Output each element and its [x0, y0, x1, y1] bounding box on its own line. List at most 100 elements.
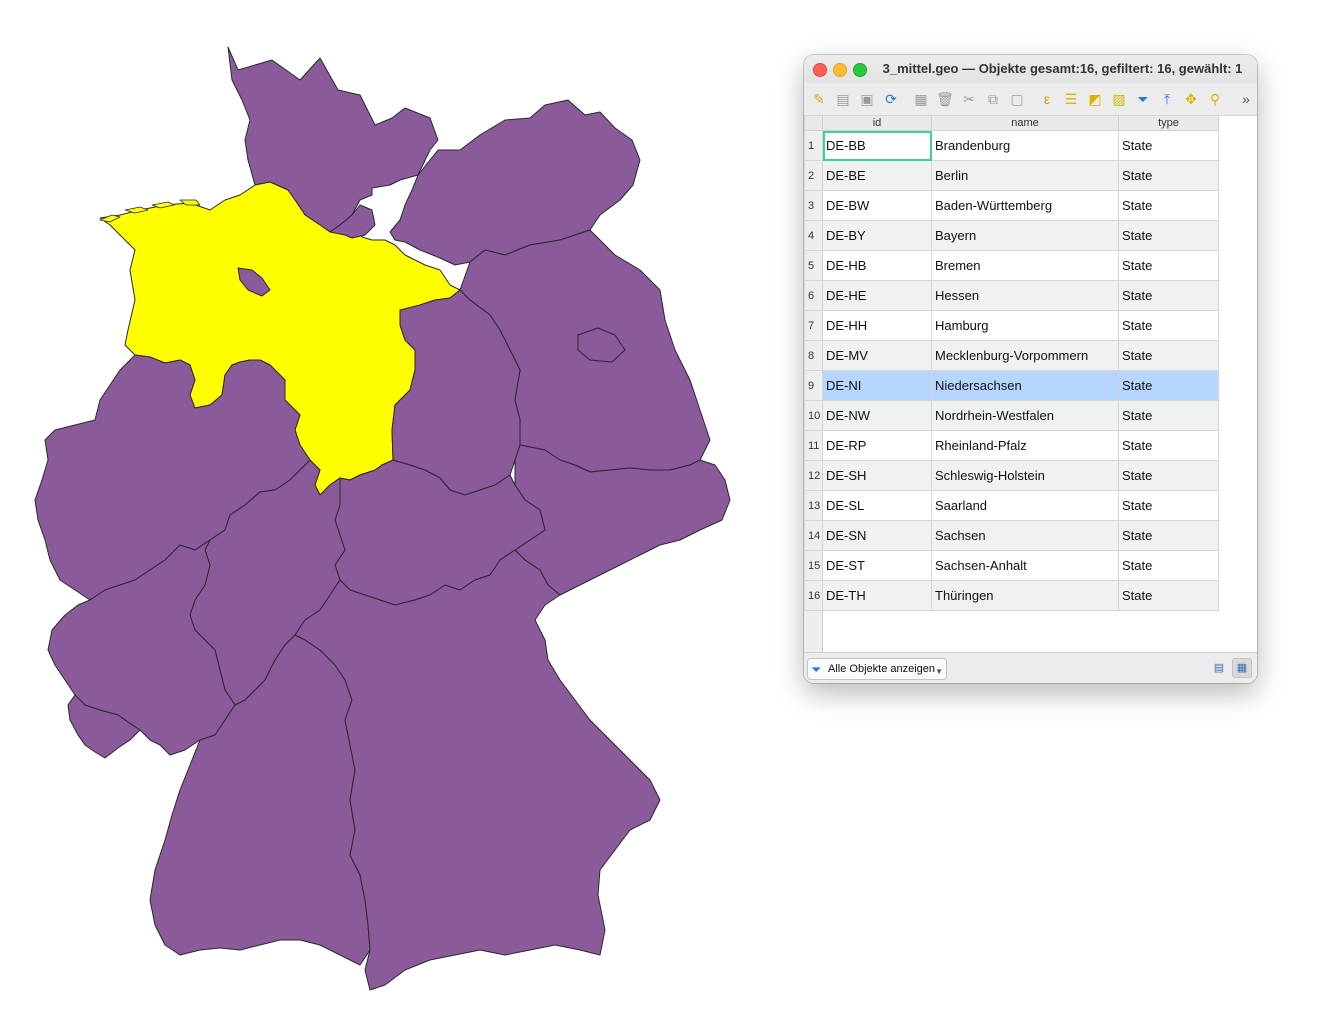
- table-row[interactable]: 6 DE-HE Hessen State: [804, 280, 1219, 311]
- copy-icon[interactable]: ⧉: [984, 90, 1002, 108]
- table-row[interactable]: 7 DE-HH Hamburg State: [804, 310, 1219, 341]
- row-number[interactable]: 1: [804, 130, 823, 161]
- cell-type[interactable]: State: [1118, 310, 1219, 341]
- filter-icon[interactable]: ⏷: [1134, 90, 1152, 108]
- cell-name[interactable]: Schleswig-Holstein: [931, 460, 1119, 491]
- invert-selection-icon[interactable]: ◩: [1086, 90, 1104, 108]
- map-canvas[interactable]: [0, 0, 780, 1019]
- cell-type[interactable]: State: [1118, 550, 1219, 581]
- cell-name[interactable]: Nordrhein-Westfalen: [931, 400, 1119, 431]
- cell-name[interactable]: Hamburg: [931, 310, 1119, 341]
- attribute-table-window[interactable]: 3_mittel.geo — Objekte gesamt:16, gefilt…: [804, 55, 1257, 683]
- cut-icon[interactable]: ✂: [960, 90, 978, 108]
- cell-id[interactable]: DE-BB: [822, 130, 932, 161]
- cell-type[interactable]: State: [1118, 340, 1219, 371]
- deselect-icon[interactable]: ▨: [1110, 90, 1128, 108]
- cell-name[interactable]: Baden-Württemberg: [931, 190, 1119, 221]
- row-number[interactable]: 5: [804, 250, 823, 281]
- cell-type[interactable]: State: [1118, 130, 1219, 161]
- cell-id[interactable]: DE-HB: [822, 250, 932, 281]
- row-number[interactable]: 7: [804, 310, 823, 341]
- cell-type[interactable]: State: [1118, 490, 1219, 521]
- row-number[interactable]: 6: [804, 280, 823, 311]
- table-row[interactable]: 4 DE-BY Bayern State: [804, 220, 1219, 251]
- cell-name[interactable]: Mecklenburg-Vorpommern: [931, 340, 1119, 371]
- attribute-grid[interactable]: id name type 1 DE-BB Brandenburg State 2 DE-B…: [804, 116, 1219, 611]
- table-row[interactable]: 9 DE-NI Niedersachsen State: [804, 370, 1219, 401]
- row-number[interactable]: 15: [804, 550, 823, 581]
- cell-id[interactable]: DE-NI: [822, 370, 932, 401]
- row-number[interactable]: 9: [804, 370, 823, 401]
- table-row[interactable]: 1 DE-BB Brandenburg State: [804, 130, 1219, 161]
- add-feature-icon[interactable]: ▦: [912, 90, 930, 108]
- zoom-to-selection-icon[interactable]: ⚲: [1206, 90, 1224, 108]
- move-selection-top-icon[interactable]: ⤒: [1158, 90, 1176, 108]
- table-row[interactable]: 3 DE-BW Baden-Württemberg State: [804, 190, 1219, 221]
- table-view-button[interactable]: ▦: [1232, 658, 1252, 678]
- table-row[interactable]: 2 DE-BE Berlin State: [804, 160, 1219, 191]
- cell-id[interactable]: DE-BW: [822, 190, 932, 221]
- cell-id[interactable]: DE-SH: [822, 460, 932, 491]
- delete-feature-icon[interactable]: 🗑: [936, 90, 954, 108]
- row-number[interactable]: 16: [804, 580, 823, 611]
- cell-id[interactable]: DE-BE: [822, 160, 932, 191]
- close-window-button[interactable]: [813, 63, 827, 77]
- cell-type[interactable]: State: [1118, 220, 1219, 251]
- attribute-table[interactable]: id name type 1 DE-BB Brandenburg State 2 DE-B…: [804, 116, 1257, 652]
- cell-id[interactable]: DE-MV: [822, 340, 932, 371]
- table-row[interactable]: 12 DE-SH Schleswig-Holstein State: [804, 460, 1219, 491]
- select-all-icon[interactable]: ☰: [1062, 90, 1080, 108]
- cell-name[interactable]: Sachsen-Anhalt: [931, 550, 1119, 581]
- cell-id[interactable]: DE-HH: [822, 310, 932, 341]
- row-number[interactable]: 12: [804, 460, 823, 491]
- column-header-name[interactable]: name: [931, 116, 1119, 131]
- cell-name[interactable]: Sachsen: [931, 520, 1119, 551]
- cell-id[interactable]: DE-SL: [822, 490, 932, 521]
- cell-name[interactable]: Thüringen: [931, 580, 1119, 611]
- title-bar[interactable]: 3_mittel.geo — Objekte gesamt:16, gefilt…: [804, 55, 1257, 83]
- cell-id[interactable]: DE-RP: [822, 430, 932, 461]
- table-row[interactable]: 5 DE-HB Bremen State: [804, 250, 1219, 281]
- cell-name[interactable]: Berlin: [931, 160, 1119, 191]
- corner-header[interactable]: [804, 116, 823, 131]
- cell-id[interactable]: DE-TH: [822, 580, 932, 611]
- cell-type[interactable]: State: [1118, 190, 1219, 221]
- column-header-id[interactable]: id: [822, 116, 932, 131]
- reload-icon[interactable]: ⟳: [882, 90, 900, 108]
- save-edits-icon[interactable]: ▣: [858, 90, 876, 108]
- edit-pencil-icon[interactable]: ✎: [810, 90, 828, 108]
- row-number[interactable]: 11: [804, 430, 823, 461]
- form-view-button[interactable]: ▤: [1209, 658, 1229, 678]
- cell-name[interactable]: Bayern: [931, 220, 1119, 251]
- cell-id[interactable]: DE-NW: [822, 400, 932, 431]
- cell-name[interactable]: Brandenburg: [931, 130, 1119, 161]
- row-number[interactable]: 10: [804, 400, 823, 431]
- cell-type[interactable]: State: [1118, 280, 1219, 311]
- cell-type[interactable]: State: [1118, 460, 1219, 491]
- cell-type[interactable]: State: [1118, 430, 1219, 461]
- row-number[interactable]: 14: [804, 520, 823, 551]
- cell-type[interactable]: State: [1118, 160, 1219, 191]
- table-row[interactable]: 10 DE-NW Nordrhein-Westfalen State: [804, 400, 1219, 431]
- cell-type[interactable]: State: [1118, 580, 1219, 611]
- row-number[interactable]: 3: [804, 190, 823, 221]
- table-row[interactable]: 11 DE-RP Rheinland-Pfalz State: [804, 430, 1219, 461]
- show-all-features-dropdown[interactable]: ⏷ Alle Objekte anzeigen ▼: [807, 658, 947, 680]
- multi-edit-icon[interactable]: ▤: [834, 90, 852, 108]
- table-row[interactable]: 13 DE-SL Saarland State: [804, 490, 1219, 521]
- row-number[interactable]: 8: [804, 340, 823, 371]
- row-number[interactable]: 4: [804, 220, 823, 251]
- cell-id[interactable]: DE-BY: [822, 220, 932, 251]
- table-row[interactable]: 8 DE-MV Mecklenburg-Vorpommern State: [804, 340, 1219, 371]
- maximize-window-button[interactable]: [853, 63, 867, 77]
- cell-type[interactable]: State: [1118, 520, 1219, 551]
- column-header-type[interactable]: type: [1118, 116, 1219, 131]
- cell-type[interactable]: State: [1118, 250, 1219, 281]
- cell-id[interactable]: DE-SN: [822, 520, 932, 551]
- cell-type[interactable]: State: [1118, 400, 1219, 431]
- cell-name[interactable]: Niedersachsen: [931, 370, 1119, 401]
- expression-select-icon[interactable]: ε: [1038, 90, 1056, 108]
- cell-id[interactable]: DE-ST: [822, 550, 932, 581]
- cell-type[interactable]: State: [1118, 370, 1219, 401]
- row-number[interactable]: 13: [804, 490, 823, 521]
